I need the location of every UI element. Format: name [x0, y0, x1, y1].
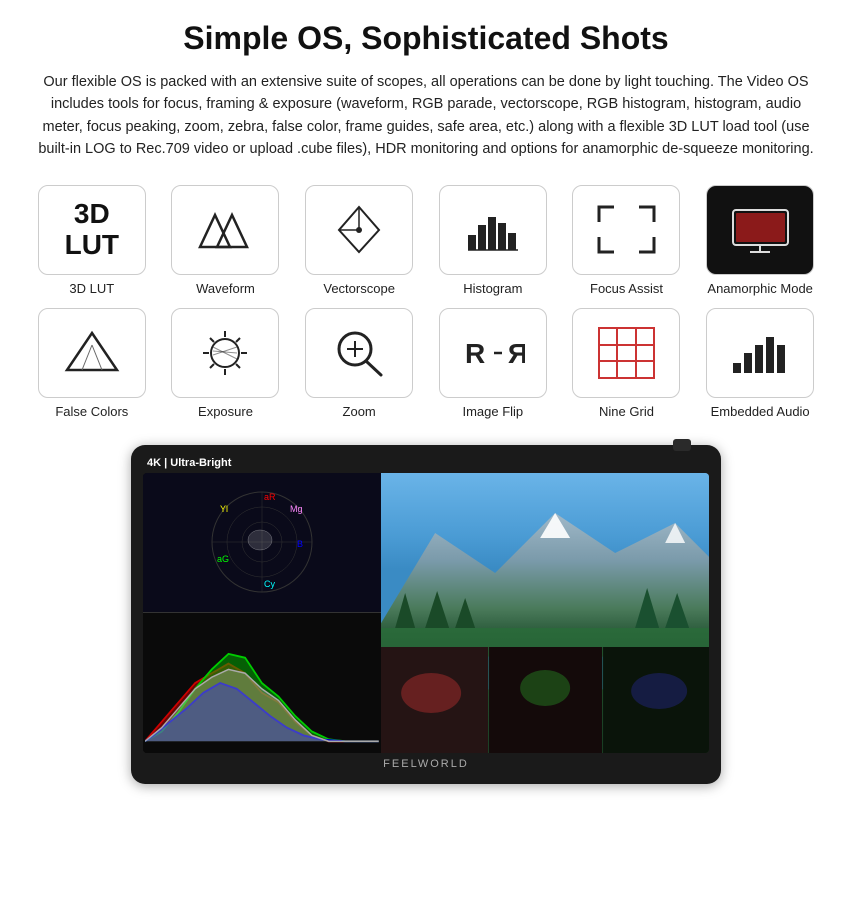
icon-box-waveform — [171, 185, 279, 275]
icon-box-nine-grid — [572, 308, 680, 398]
vectorscope-display: aR Mg B Cy aG Yl — [143, 473, 381, 613]
icon-label-embedded-audio: Embedded Audio — [711, 404, 810, 421]
icon-label-3dlut: 3D LUT — [69, 281, 114, 298]
icon-box-false-colors — [38, 308, 146, 398]
embedded-audio-icon — [728, 325, 793, 380]
page-description: Our flexible OS is packed with an extens… — [30, 71, 822, 161]
icon-label-nine-grid: Nine Grid — [599, 404, 654, 421]
svg-text:Yl: Yl — [220, 504, 228, 514]
icon-box-focus-assist — [572, 185, 680, 275]
waveform-icon — [195, 205, 255, 255]
vectorscope-display-svg: aR Mg B Cy aG Yl — [202, 482, 322, 602]
exposure-icon — [193, 323, 258, 383]
icon-cell-anamorphic-mode: Anamorphic Mode — [698, 185, 822, 298]
icon-label-false-colors: False Colors — [55, 404, 128, 421]
icon-box-exposure — [171, 308, 279, 398]
svg-text:Mg: Mg — [290, 504, 303, 514]
icon-label-zoom: Zoom — [343, 404, 376, 421]
icon-label-vectorscope: Vectorscope — [323, 281, 395, 298]
main-image — [381, 473, 709, 753]
icon-label-image-flip: Image Flip — [462, 404, 523, 421]
icon-cell-zoom: Zoom — [297, 308, 421, 421]
3dlut-icon: 3DLUT — [65, 199, 119, 261]
icon-label-anamorphic-mode: Anamorphic Mode — [707, 281, 813, 298]
icon-box-histogram — [439, 185, 547, 275]
image-flip-icon: R R — [460, 325, 525, 380]
histogram-display — [143, 613, 381, 753]
monitor-section: 4K | Ultra-Bright — [30, 445, 822, 784]
scope-panels: aR Mg B Cy aG Yl — [143, 473, 381, 753]
monitor-screen: aR Mg B Cy aG Yl — [143, 473, 709, 753]
icon-box-zoom — [305, 308, 413, 398]
page-title: Simple OS, Sophisticated Shots — [30, 20, 822, 57]
monitor-top-bar: 4K | Ultra-Bright — [143, 455, 709, 473]
svg-text:aR: aR — [264, 492, 276, 502]
icon-label-exposure: Exposure — [198, 404, 253, 421]
icon-box-vectorscope — [305, 185, 413, 275]
icon-cell-3dlut: 3DLUT 3D LUT — [30, 185, 154, 298]
monitor-knob — [673, 439, 691, 451]
icon-cell-vectorscope: Vectorscope — [297, 185, 421, 298]
histogram-icon — [463, 205, 523, 255]
nine-grid-icon — [594, 323, 659, 383]
zoom-icon — [329, 325, 389, 380]
icon-grid: 3DLUT 3D LUT Waveform — [30, 185, 822, 421]
svg-text:aG: aG — [217, 554, 229, 564]
icon-cell-nine-grid: Nine Grid — [565, 308, 689, 421]
svg-text:B: B — [297, 539, 303, 549]
focus-assist-icon — [594, 202, 659, 257]
monitor-brand: FEELWORLD — [143, 753, 709, 772]
monitor-device: 4K | Ultra-Bright — [131, 445, 721, 784]
icon-box-anamorphic-mode — [706, 185, 814, 275]
icon-cell-histogram: Histogram — [431, 185, 555, 298]
histogram-svg — [145, 615, 379, 751]
main-image-svg — [381, 473, 709, 753]
icon-cell-waveform: Waveform — [164, 185, 288, 298]
icon-box-embedded-audio — [706, 308, 814, 398]
icon-cell-embedded-audio: Embedded Audio — [698, 308, 822, 421]
monitor-badge: 4K | Ultra-Bright — [147, 457, 231, 469]
icon-cell-image-flip: R R Image Flip — [431, 308, 555, 421]
icon-label-waveform: Waveform — [196, 281, 255, 298]
icon-cell-focus-assist: Focus Assist — [565, 185, 689, 298]
icon-cell-false-colors: False Colors — [30, 308, 154, 421]
vectorscope-icon — [329, 202, 389, 257]
icon-label-focus-assist: Focus Assist — [590, 281, 663, 298]
svg-text:R: R — [465, 338, 485, 369]
icon-box-3dlut: 3DLUT — [38, 185, 146, 275]
false-colors-icon — [62, 325, 122, 380]
icon-box-image-flip: R R — [439, 308, 547, 398]
svg-text:Cy: Cy — [264, 579, 275, 589]
svg-text:R: R — [508, 338, 525, 369]
icon-label-histogram: Histogram — [463, 281, 522, 298]
page-container: Simple OS, Sophisticated Shots Our flexi… — [0, 0, 852, 794]
anamorphic-mode-icon — [728, 202, 793, 257]
icon-cell-exposure: Exposure — [164, 308, 288, 421]
